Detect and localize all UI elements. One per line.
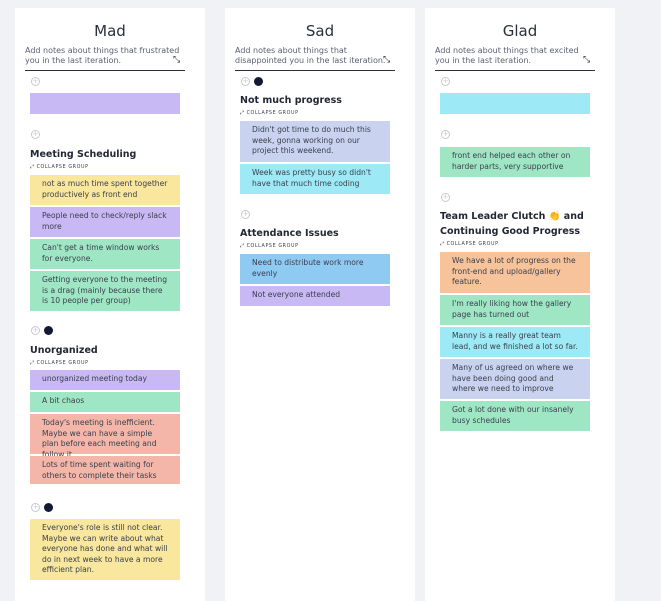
plus-circle-icon[interactable]: + — [31, 326, 40, 335]
column-description: Add notes about things that frustrated y… — [25, 46, 180, 65]
column-description: Add notes about things that disappointed… — [235, 46, 386, 65]
note-card[interactable]: Need to distribute work more evenly — [240, 254, 390, 284]
collapse-group-button[interactable]: ⤢ COLLAPSE GROUP — [240, 110, 299, 116]
note-card[interactable]: Everyone's role is still not clear. Mayb… — [30, 519, 180, 580]
column-glad: Glad Add notes about things that excited… — [425, 8, 615, 601]
vote-dot-icon[interactable] — [44, 503, 53, 512]
expand-arrows-icon[interactable]: ⤡ — [583, 56, 590, 65]
column-divider — [25, 70, 185, 71]
column-divider — [435, 70, 595, 71]
note-card[interactable]: Can't get a time window works for everyo… — [30, 239, 180, 269]
column-description: Add notes about things that excited you … — [435, 46, 579, 65]
plus-circle-icon[interactable]: + — [441, 193, 450, 202]
plus-circle-icon[interactable]: + — [31, 503, 40, 512]
column-title: Glad — [502, 22, 538, 40]
note-card[interactable]: unorganized meeting today — [30, 370, 180, 390]
column-divider — [235, 70, 395, 71]
note-card[interactable]: A bit chaos — [30, 392, 180, 412]
plus-circle-icon[interactable]: + — [441, 77, 450, 86]
note-card[interactable]: People need to check/reply slack more — [30, 207, 180, 237]
note-card[interactable]: Lots of time spent waiting for others to… — [30, 456, 180, 484]
note-card[interactable]: Many of us agreed on where we have been … — [440, 359, 590, 399]
plus-circle-icon[interactable]: + — [241, 210, 250, 219]
note-card[interactable]: Didn't got time to do much this week, go… — [240, 121, 390, 162]
plus-circle-icon[interactable]: + — [31, 130, 40, 139]
group-title: Attendance Issues — [240, 228, 339, 239]
note-card[interactable]: Getting everyone to the meeting is a dra… — [30, 271, 180, 311]
empty-card[interactable] — [440, 93, 590, 114]
vote-dot-icon[interactable] — [44, 326, 53, 335]
collapse-group-button[interactable]: ⤢ COLLAPSE GROUP — [30, 360, 89, 366]
empty-card[interactable] — [30, 93, 180, 114]
group-title: Not much progress — [240, 95, 342, 106]
group-title: Team Leader Clutch 👏 and Continuing Good… — [440, 211, 584, 237]
plus-circle-icon[interactable]: + — [441, 130, 450, 139]
note-card[interactable]: Week was pretty busy so didn't have that… — [240, 164, 390, 194]
note-card[interactable]: front end helped each other on harder pa… — [440, 147, 590, 177]
vote-dot-icon[interactable] — [254, 77, 263, 86]
column-mad: Mad Add notes about things that frustrat… — [15, 8, 205, 601]
column-sad: Sad Add notes about things that disappoi… — [225, 8, 415, 601]
note-card[interactable]: Got a lot done with our insanely busy sc… — [440, 401, 590, 431]
note-card[interactable]: Not everyone attended — [240, 286, 390, 306]
collapse-group-button[interactable]: ⤢ COLLAPSE GROUP — [440, 241, 499, 247]
plus-circle-icon[interactable]: + — [31, 77, 40, 86]
column-title: Mad — [94, 22, 126, 40]
note-card[interactable]: Today's meeting is inefficient. Maybe we… — [30, 414, 180, 459]
note-card[interactable]: Manny is a really great team lead, and w… — [440, 327, 590, 357]
expand-arrows-icon[interactable]: ⤡ — [173, 56, 180, 65]
column-title: Sad — [305, 22, 335, 40]
collapse-group-button[interactable]: ⤢ COLLAPSE GROUP — [30, 164, 89, 170]
note-card[interactable]: We have a lot of progress on the front-e… — [440, 252, 590, 293]
collapse-arrows-icon: ⤢ — [30, 165, 35, 170]
group-title: Meeting Scheduling — [30, 149, 137, 160]
note-card[interactable]: not as much time spent together producti… — [30, 175, 180, 205]
group-title: Unorganized — [30, 345, 98, 356]
collapse-group-button[interactable]: ⤢ COLLAPSE GROUP — [240, 243, 299, 249]
collapse-arrows-icon: ⤢ — [240, 244, 245, 249]
collapse-arrows-icon: ⤢ — [240, 111, 245, 116]
expand-arrows-icon[interactable]: ⤡ — [383, 56, 390, 65]
collapse-arrows-icon: ⤢ — [440, 242, 445, 247]
plus-circle-icon[interactable]: + — [241, 77, 250, 86]
note-card[interactable]: I'm really liking how the gallery page h… — [440, 295, 590, 325]
collapse-arrows-icon: ⤢ — [30, 361, 35, 366]
